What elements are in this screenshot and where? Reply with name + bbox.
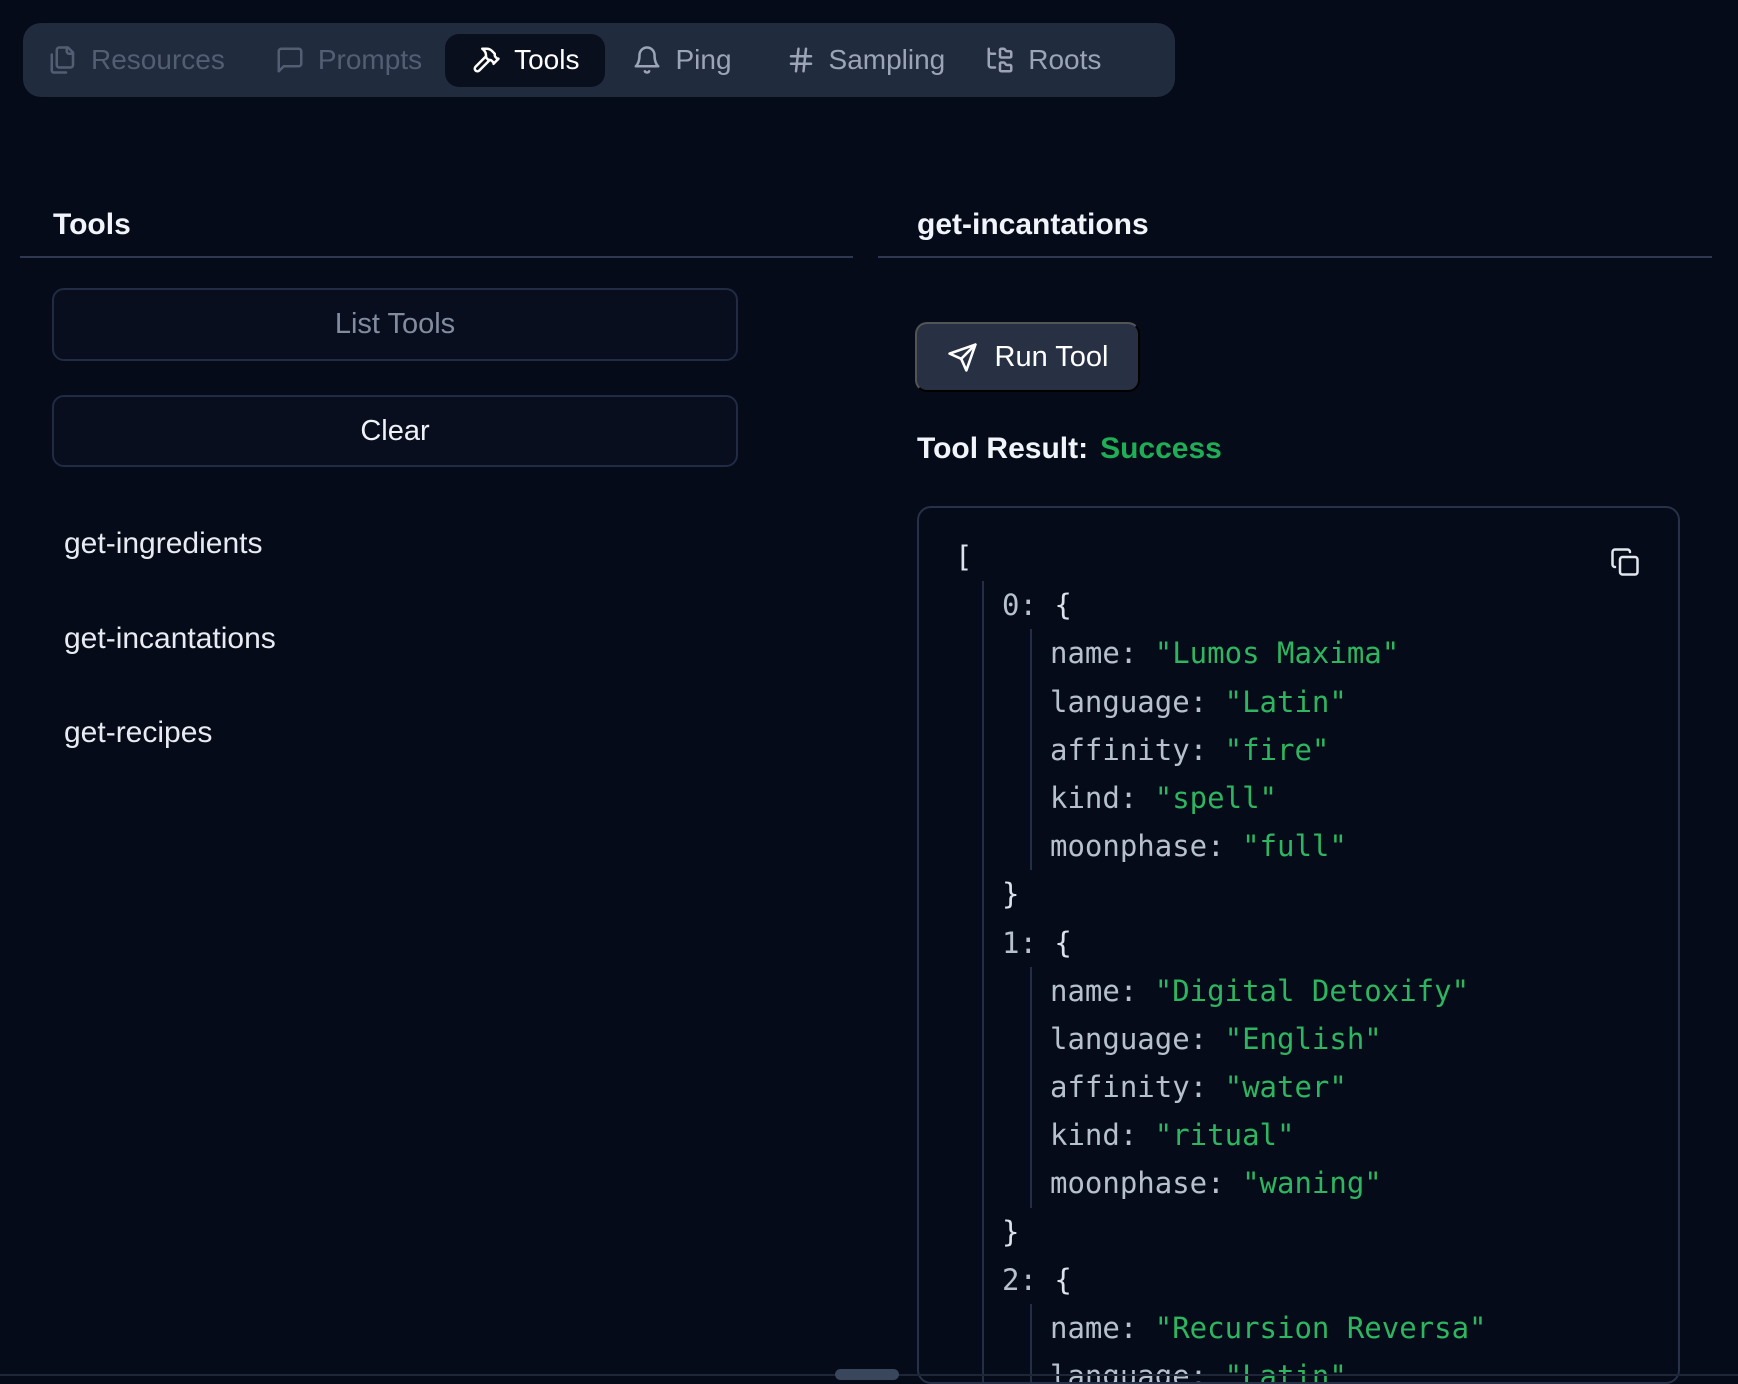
tool-list-item[interactable]: get-ingredients bbox=[64, 527, 262, 561]
json-line: affinity: "water" bbox=[1050, 1063, 1678, 1111]
folder-tree-icon bbox=[985, 45, 1015, 75]
json-line: } bbox=[1002, 1208, 1678, 1256]
send-icon bbox=[947, 342, 978, 373]
tab-label: Tools bbox=[514, 44, 579, 76]
tab-prompts[interactable]: Prompts bbox=[275, 44, 422, 76]
json-line: language: "English" bbox=[1050, 1015, 1678, 1063]
tab-label: Ping bbox=[675, 44, 731, 76]
json-line: kind: "ritual" bbox=[1050, 1111, 1678, 1159]
tab-label: Resources bbox=[91, 44, 225, 76]
json-line: name: "Lumos Maxima" bbox=[1050, 629, 1678, 677]
json-line: language: "Latin" bbox=[1050, 1352, 1678, 1384]
json-array-children: 0: {name: "Lumos Maxima"language: "Latin… bbox=[982, 581, 1678, 1384]
tab-tools[interactable]: Tools bbox=[445, 34, 605, 87]
json-viewer: [0: {name: "Lumos Maxima"language: "Lati… bbox=[955, 533, 1678, 1384]
right-panel-divider bbox=[878, 256, 1712, 258]
json-line: name: "Digital Detoxify" bbox=[1050, 967, 1678, 1015]
tool-title: get-incantations bbox=[917, 208, 1149, 242]
json-line: } bbox=[1002, 870, 1678, 918]
clear-button[interactable]: Clear bbox=[52, 395, 738, 467]
json-object-children: name: "Recursion Reversa"language: "Lati… bbox=[1030, 1304, 1678, 1384]
json-line: kind: "spell" bbox=[1050, 774, 1678, 822]
tool-result-label: Tool Result: bbox=[917, 432, 1088, 465]
copy-button[interactable] bbox=[1610, 547, 1640, 577]
tab-resources[interactable]: Resources bbox=[48, 44, 225, 76]
bell-icon bbox=[632, 45, 662, 75]
tab-bar: Resources Prompts Tools Ping Sampling Ro… bbox=[23, 23, 1175, 97]
left-panel-divider bbox=[20, 256, 853, 258]
json-object-children: name: "Lumos Maxima"language: "Latin"aff… bbox=[1030, 629, 1678, 870]
json-line: affinity: "fire" bbox=[1050, 726, 1678, 774]
tab-roots[interactable]: Roots bbox=[985, 44, 1101, 76]
horizontal-scrollbar-thumb[interactable] bbox=[835, 1369, 899, 1380]
json-line: language: "Latin" bbox=[1050, 678, 1678, 726]
hash-icon bbox=[786, 45, 816, 75]
json-line: [ bbox=[955, 533, 1678, 581]
run-tool-label: Run Tool bbox=[995, 341, 1109, 374]
list-tools-button[interactable]: List Tools bbox=[52, 288, 738, 361]
tab-sampling[interactable]: Sampling bbox=[786, 44, 946, 76]
tool-list-item[interactable]: get-recipes bbox=[64, 716, 212, 750]
tool-list-item[interactable]: get-incantations bbox=[64, 622, 276, 656]
left-panel-title: Tools bbox=[53, 208, 131, 242]
json-object-children: name: "Digital Detoxify"language: "Engli… bbox=[1030, 967, 1678, 1208]
files-icon bbox=[48, 45, 78, 75]
tab-label: Sampling bbox=[829, 44, 946, 76]
json-line: 2: { bbox=[1002, 1256, 1678, 1304]
tool-result-status: Success bbox=[1100, 432, 1222, 465]
tab-label: Roots bbox=[1028, 44, 1101, 76]
tab-label: Prompts bbox=[318, 44, 422, 76]
json-line: moonphase: "waning" bbox=[1050, 1159, 1678, 1207]
hammer-icon bbox=[471, 45, 501, 75]
copy-icon bbox=[1610, 547, 1640, 577]
json-line: 1: { bbox=[1002, 919, 1678, 967]
tab-ping[interactable]: Ping bbox=[632, 44, 731, 76]
json-line: name: "Recursion Reversa" bbox=[1050, 1304, 1678, 1352]
json-line: moonphase: "full" bbox=[1050, 822, 1678, 870]
message-square-icon bbox=[275, 45, 305, 75]
tool-result-line: Tool Result: Success bbox=[917, 432, 1222, 466]
run-tool-button[interactable]: Run Tool bbox=[915, 322, 1140, 392]
json-line: 0: { bbox=[1002, 581, 1678, 629]
tool-result-json-box: [0: {name: "Lumos Maxima"language: "Lati… bbox=[917, 506, 1680, 1384]
